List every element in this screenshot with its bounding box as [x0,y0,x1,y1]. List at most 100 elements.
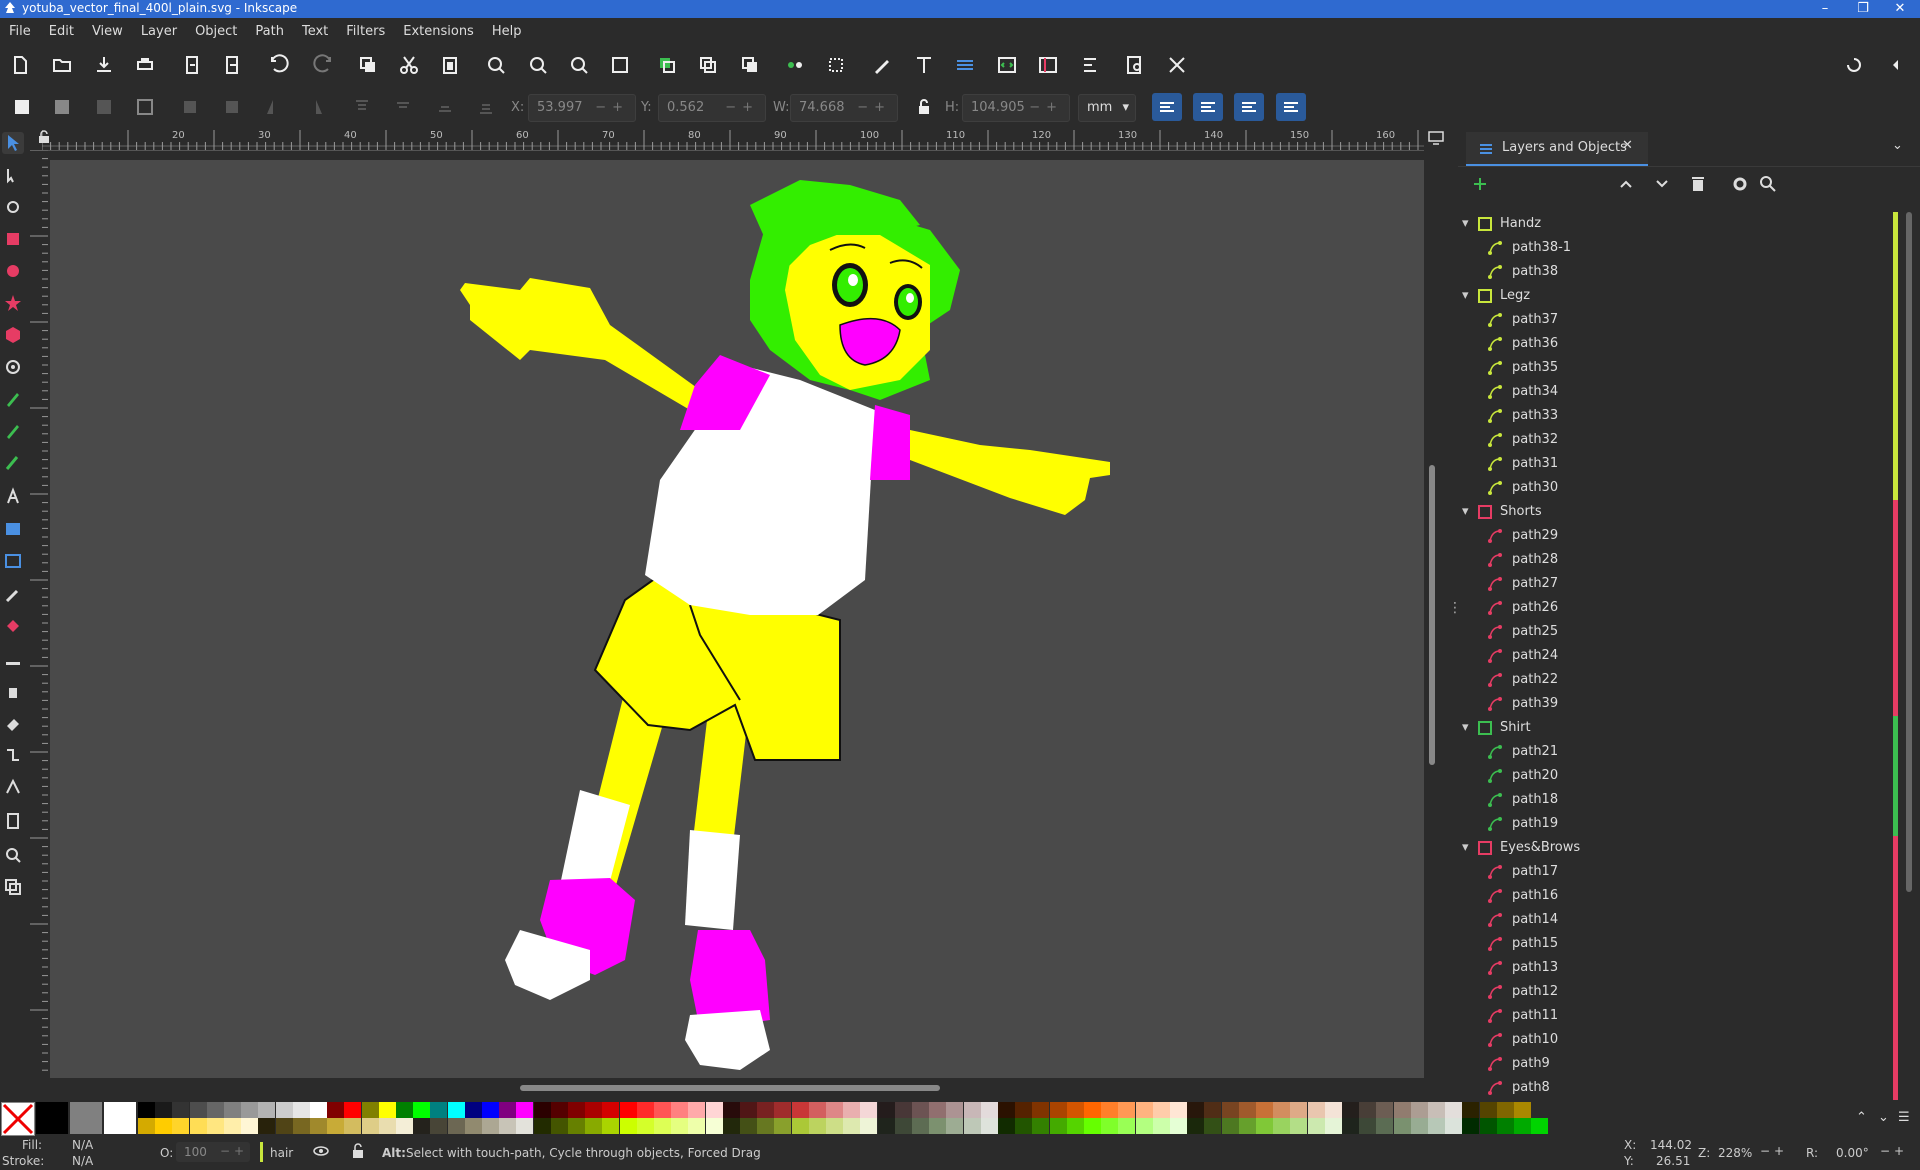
document-properties-icon[interactable] [1036,53,1060,77]
palette-swatch[interactable] [1032,1118,1050,1134]
stroke-value[interactable]: N/A [72,1154,93,1168]
object-row[interactable]: path31 [1458,452,1898,476]
close-tab-icon[interactable]: ✕ [1622,138,1633,153]
palette-swatch[interactable] [361,1102,379,1118]
palette-swatch[interactable] [1290,1102,1308,1118]
palette-swatch[interactable] [671,1102,689,1118]
palette-swatch[interactable] [1221,1118,1239,1134]
object-row[interactable]: path16 [1458,884,1898,908]
palette-swatch[interactable] [946,1102,964,1118]
palette-swatch[interactable] [224,1118,241,1134]
deselect-icon[interactable] [92,95,116,119]
palette-swatch[interactable] [1393,1118,1411,1134]
palette-swatch[interactable] [1342,1102,1359,1118]
object-name[interactable]: path12 [1512,980,1558,1004]
redo-icon[interactable] [310,53,334,77]
raise-to-top-icon[interactable] [350,95,374,119]
object-name[interactable]: path32 [1512,428,1558,452]
palette-swatch[interactable] [877,1102,895,1118]
lower-to-bottom-icon[interactable] [474,95,498,119]
palette-swatch[interactable] [929,1118,947,1134]
layer-row[interactable]: ▾ Shirt [1458,716,1898,740]
object-row[interactable]: path38-1 [1458,236,1898,260]
palette-swatch[interactable] [722,1118,740,1134]
palette-swatch[interactable] [1324,1102,1342,1118]
settings-gear-icon[interactable] [1730,174,1750,194]
palette-swatch[interactable] [258,1118,276,1134]
lock-ratio-icon[interactable] [912,95,936,119]
palette-swatch[interactable] [206,1118,224,1134]
text-font-icon[interactable] [912,53,936,77]
move-down-icon[interactable] [1652,174,1672,194]
palette-swatch[interactable] [1531,1118,1549,1134]
palette-swatch[interactable] [1376,1102,1394,1118]
node-tool-icon[interactable] [2,164,24,186]
move-patterns-icon[interactable] [1276,93,1306,121]
palette-swatch[interactable] [344,1118,362,1134]
object-name[interactable]: path14 [1512,908,1558,932]
object-row[interactable]: path15 [1458,932,1898,956]
palette-swatch[interactable] [292,1118,310,1134]
palette-swatch[interactable] [1066,1118,1084,1134]
palette-swatch[interactable] [396,1102,413,1118]
maximize-button[interactable]: ❐ [1848,0,1878,18]
palette-swatch[interactable] [378,1102,396,1118]
object-row[interactable]: path20 [1458,764,1898,788]
palette-swatch[interactable] [413,1118,431,1134]
palette-swatch[interactable] [1376,1118,1394,1134]
palette-swatch[interactable] [1462,1118,1480,1134]
ellipse-tool-icon[interactable] [2,260,24,282]
rotate-ccw-icon[interactable] [178,95,202,119]
palette-swatch[interactable] [1204,1102,1222,1118]
palette-swatch[interactable] [482,1118,499,1134]
palette-swatch[interactable] [619,1102,637,1118]
palette-swatch[interactable] [292,1102,310,1118]
palette-swatch[interactable] [430,1118,448,1134]
undo-icon[interactable] [268,53,292,77]
palette-swatch[interactable] [413,1102,431,1118]
palette-swatch[interactable] [602,1118,620,1134]
palette-swatch[interactable] [1187,1118,1205,1134]
palette-swatch[interactable] [1290,1118,1308,1134]
object-row[interactable]: path12 [1458,980,1898,1004]
palette-swatch[interactable] [1152,1118,1170,1134]
zoom-page-width-icon[interactable] [608,53,632,77]
lower-icon[interactable] [433,95,457,119]
new-document-icon[interactable] [8,53,32,77]
palette-swatch[interactable] [1238,1118,1256,1134]
palette-swatch[interactable] [482,1102,499,1118]
palette-swatch[interactable] [1170,1102,1187,1118]
palette-swatch[interactable] [998,1118,1015,1134]
palette-swatch[interactable] [1015,1118,1033,1134]
pen-tool-icon[interactable] [2,388,24,410]
object-name[interactable]: path30 [1512,476,1558,500]
palette-swatch[interactable] [1514,1118,1531,1134]
opacity-field[interactable]: 100 −+ [176,1142,250,1162]
flip-horizontal-icon[interactable] [262,95,286,119]
text-tool-icon[interactable] [2,486,24,508]
palette-swatch[interactable] [602,1102,620,1118]
palette-swatch[interactable] [860,1118,878,1134]
palette-swatch[interactable] [1514,1102,1531,1118]
clone-icon[interactable] [696,53,720,77]
palette-swatch[interactable] [361,1118,379,1134]
h-stepper-icon[interactable]: −+ [1029,95,1063,121]
gray-swatch[interactable] [70,1102,102,1134]
palette-swatch[interactable] [843,1102,861,1118]
object-row[interactable]: path9 [1458,1052,1898,1076]
w-stepper-icon[interactable]: −+ [857,95,891,121]
guide-lock-icon[interactable] [38,130,50,144]
object-name[interactable]: path33 [1512,404,1558,428]
menu-edit[interactable]: Edit [40,18,83,45]
palette-swatch[interactable] [860,1102,878,1118]
scale-corners-icon[interactable] [1193,93,1223,121]
palette-swatch[interactable] [327,1102,345,1118]
opacity-stepper-icon[interactable]: −+ [220,1144,248,1158]
object-row[interactable]: path35 [1458,356,1898,380]
vertical-scroll-thumb[interactable] [1429,465,1435,765]
visibility-eye-icon[interactable] [312,1142,330,1160]
palette-swatch[interactable] [396,1118,413,1134]
display-mode-icon[interactable] [1427,130,1445,146]
expand-chevron-icon[interactable]: ▾ [1462,836,1469,860]
palette-swatch[interactable] [1238,1102,1256,1118]
